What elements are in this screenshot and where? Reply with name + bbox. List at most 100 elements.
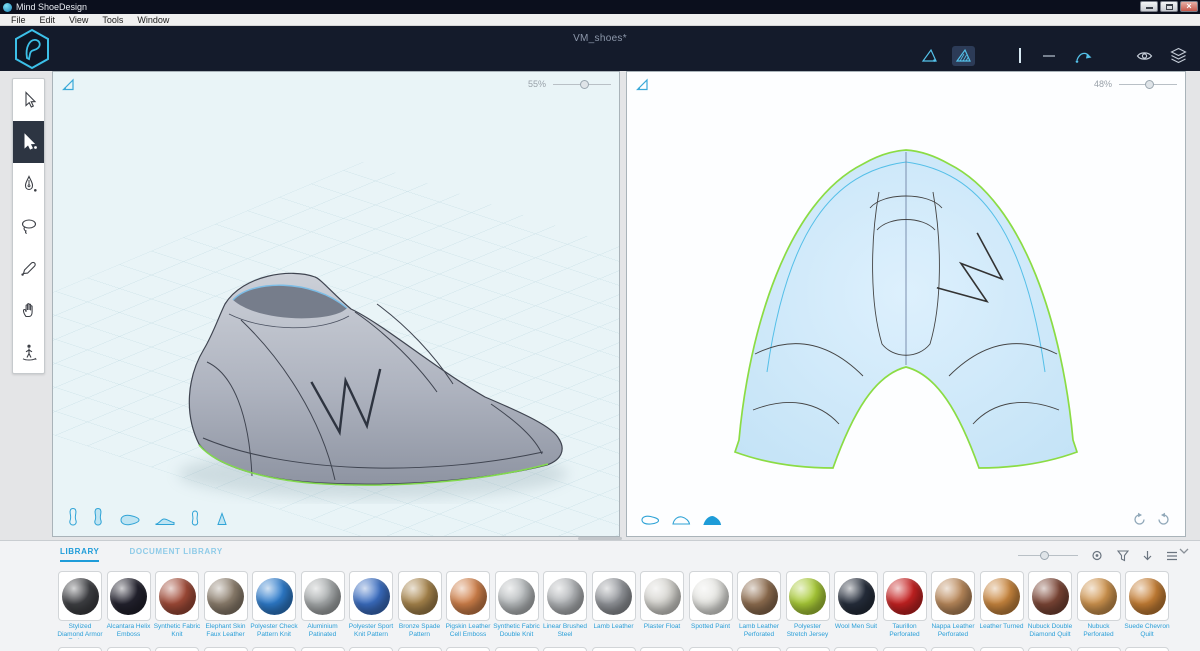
viewport-corner-button[interactable] bbox=[635, 78, 649, 97]
thumbnail-size-slider[interactable] bbox=[1018, 551, 1078, 560]
material-swatch[interactable]: Bronze Spade Pattern bbox=[397, 571, 442, 639]
material-swatch-partial[interactable] bbox=[1076, 647, 1121, 651]
material-swatch[interactable]: Polyester Check Pattern Knit bbox=[250, 571, 298, 639]
refresh-left-icon[interactable] bbox=[1132, 512, 1147, 527]
material-swatch-partial[interactable] bbox=[446, 647, 490, 651]
material-swatch[interactable]: Nubuck Perforated bbox=[1076, 571, 1121, 639]
navigate-3d-tool-button[interactable] bbox=[13, 331, 44, 373]
tab-document-library[interactable]: DOCUMENT LIBRARY bbox=[129, 547, 222, 562]
material-swatch-partial[interactable] bbox=[591, 647, 636, 651]
material-swatch-partial[interactable] bbox=[252, 647, 296, 651]
material-swatch-partial[interactable] bbox=[785, 647, 830, 651]
material-swatch[interactable]: Nappa Leather Perforated bbox=[931, 571, 975, 639]
material-swatch[interactable]: Linear Brushed Steel bbox=[543, 571, 587, 639]
angle-tool-button[interactable] bbox=[918, 46, 941, 66]
material-swatch[interactable]: Plaster Float bbox=[640, 571, 684, 639]
pattern-selected-icon[interactable] bbox=[701, 513, 723, 527]
thumbnail-size-knob[interactable] bbox=[1040, 551, 1049, 560]
material-ball-icon[interactable] bbox=[1091, 549, 1104, 562]
material-swatch-partial[interactable] bbox=[543, 647, 587, 651]
material-swatch-partial[interactable] bbox=[979, 647, 1024, 651]
curve-tool-button[interactable] bbox=[1071, 45, 1095, 66]
material-swatch[interactable]: Synthetic Fabric Knit bbox=[154, 571, 200, 639]
layers-button[interactable] bbox=[1167, 45, 1190, 66]
minimize-button[interactable] bbox=[1140, 1, 1158, 12]
sole-outline-icon[interactable] bbox=[639, 513, 661, 527]
viewport-3d[interactable]: 55% bbox=[52, 71, 620, 537]
material-swatch-partial[interactable] bbox=[1028, 647, 1072, 651]
material-swatch-partial[interactable] bbox=[688, 647, 733, 651]
material-swatch[interactable]: Nubuck Double Diamond Quilt bbox=[1028, 571, 1072, 639]
material-swatch-partial[interactable] bbox=[494, 647, 539, 651]
last-upright-icon[interactable] bbox=[67, 507, 79, 527]
pan-tool-button[interactable] bbox=[13, 289, 44, 331]
filter-icon[interactable] bbox=[1117, 549, 1129, 562]
material-swatch-partial[interactable] bbox=[1125, 647, 1169, 651]
zoom-slider-2d[interactable] bbox=[1119, 79, 1177, 89]
material-swatch-partial[interactable] bbox=[834, 647, 878, 651]
line-tool-button[interactable] bbox=[1013, 45, 1027, 66]
menu-file[interactable]: File bbox=[4, 15, 33, 25]
dash-tool-button[interactable] bbox=[1038, 46, 1060, 66]
refresh-right-icon[interactable] bbox=[1156, 512, 1171, 527]
material-swatch[interactable]: Pigskin Leather Cell Emboss bbox=[446, 571, 490, 639]
viewport-corner-button[interactable] bbox=[61, 78, 75, 97]
vertical-line-icon bbox=[1019, 48, 1021, 63]
material-swatch[interactable]: Suede Chevron Quilt bbox=[1124, 571, 1170, 639]
material-swatch-partial[interactable] bbox=[882, 647, 927, 651]
material-swatch[interactable]: Spotted Paint bbox=[688, 571, 733, 639]
material-swatch-partial[interactable] bbox=[397, 647, 442, 651]
visibility-button[interactable] bbox=[1133, 47, 1156, 65]
pencil-tool-button[interactable] bbox=[13, 247, 44, 289]
direct-select-tool-button[interactable] bbox=[13, 121, 44, 163]
material-swatch[interactable]: Alcantara Helix Emboss bbox=[106, 571, 151, 639]
material-swatch-partial[interactable] bbox=[931, 647, 975, 651]
material-swatch-partial[interactable] bbox=[58, 647, 102, 651]
material-swatch-partial[interactable] bbox=[737, 647, 781, 651]
material-swatch[interactable]: Wool Men Suit bbox=[834, 571, 878, 639]
menu-icon[interactable] bbox=[1166, 551, 1178, 561]
close-button[interactable]: × bbox=[1180, 1, 1198, 12]
material-label: Linear Brushed Steel bbox=[542, 623, 588, 638]
collapse-panel-button[interactable] bbox=[1178, 542, 1190, 560]
material-swatch[interactable]: Polyester Sport Knit Pattern bbox=[349, 571, 393, 639]
zoom-knob-2d[interactable] bbox=[1145, 79, 1154, 89]
menu-edit[interactable]: Edit bbox=[33, 15, 63, 25]
sort-down-icon[interactable] bbox=[1142, 550, 1153, 562]
upper-outline-icon[interactable] bbox=[670, 513, 692, 527]
menu-window[interactable]: Window bbox=[130, 15, 176, 25]
material-swatch[interactable]: Lamb Leather bbox=[591, 571, 636, 639]
material-swatch[interactable]: Lamb Leather Perforated bbox=[737, 571, 781, 639]
shoe-profile-icon[interactable] bbox=[154, 513, 176, 527]
zoom-slider-3d[interactable] bbox=[553, 79, 611, 89]
material-swatch[interactable]: Aluminium Patinated bbox=[300, 571, 345, 639]
tab-library[interactable]: LIBRARY bbox=[60, 547, 100, 562]
material-ball-preview bbox=[498, 577, 535, 615]
maximize-button[interactable] bbox=[1160, 1, 1178, 12]
material-swatch-partial[interactable] bbox=[155, 647, 199, 651]
material-swatch[interactable]: Taurillon Perforated bbox=[882, 571, 927, 639]
material-tile bbox=[1125, 571, 1169, 621]
zoom-knob-3d[interactable] bbox=[580, 79, 589, 89]
material-swatch[interactable]: Elephant Skin Faux Leather bbox=[203, 571, 248, 639]
menu-view[interactable]: View bbox=[62, 15, 95, 25]
select-tool-button[interactable] bbox=[13, 79, 44, 121]
last-small-icon[interactable] bbox=[189, 509, 201, 527]
material-swatch-partial[interactable] bbox=[203, 647, 248, 651]
last-tilted-icon[interactable] bbox=[92, 507, 104, 527]
sole-top-icon[interactable] bbox=[117, 513, 141, 527]
menu-tools[interactable]: Tools bbox=[95, 15, 130, 25]
heel-icon[interactable] bbox=[214, 511, 230, 527]
material-swatch[interactable]: Stylized Diamond Armor Emboss bbox=[57, 571, 103, 639]
hatch-tool-button[interactable] bbox=[952, 45, 975, 66]
material-swatch[interactable]: Polyester Stretch Jersey bbox=[785, 571, 830, 639]
pen-tool-button[interactable] bbox=[13, 163, 44, 205]
material-swatch-partial[interactable] bbox=[300, 647, 345, 651]
material-swatch-partial[interactable] bbox=[640, 647, 684, 651]
lasso-tool-button[interactable] bbox=[13, 205, 44, 247]
material-swatch[interactable]: Leather Turned bbox=[979, 571, 1024, 639]
material-swatch-partial[interactable] bbox=[106, 647, 151, 651]
viewport-2d[interactable]: 48% bbox=[626, 71, 1186, 537]
material-swatch-partial[interactable] bbox=[349, 647, 393, 651]
material-swatch[interactable]: Synthetic Fabric Double Knit bbox=[493, 571, 540, 639]
